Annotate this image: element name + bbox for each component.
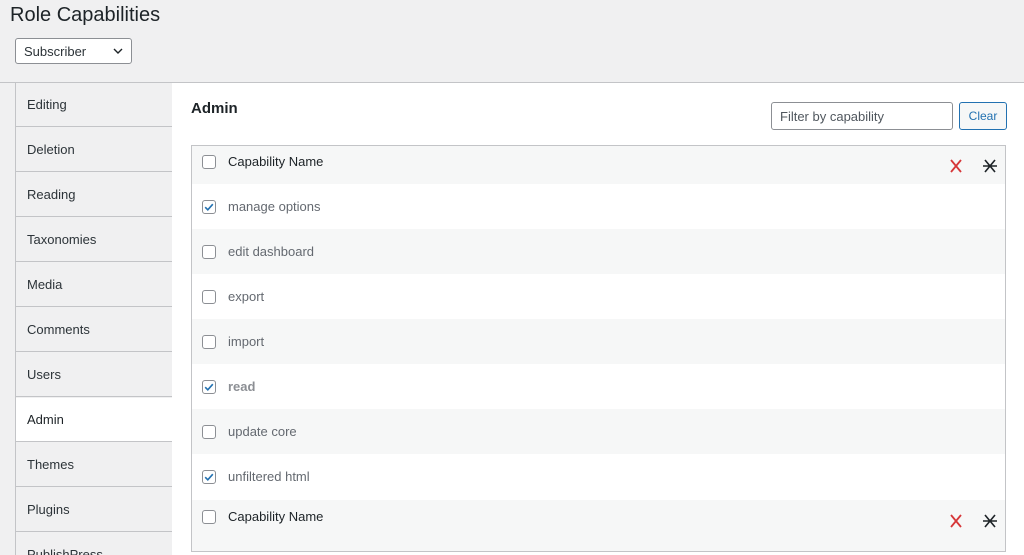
- sidebar-item-admin[interactable]: Admin: [16, 398, 173, 442]
- sidebar-item-label: Admin: [27, 412, 64, 427]
- sidebar-item-publishpress[interactable]: PublishPress: [16, 533, 173, 555]
- capability-label: Capability Name: [228, 509, 324, 524]
- sidebar-item-label: Deletion: [27, 142, 75, 157]
- capability-checkbox[interactable]: [202, 334, 216, 349]
- capability-label: import: [228, 334, 265, 349]
- capability-checkbox[interactable]: [202, 155, 216, 169]
- page-title: Role Capabilities: [10, 4, 161, 26]
- filter-input[interactable]: [771, 102, 953, 130]
- sidebar-item-media[interactable]: Media: [16, 263, 173, 307]
- table-row: unfiltered html: [192, 454, 1005, 499]
- table-row: export: [192, 274, 1005, 319]
- chevron-down-icon: [113, 48, 123, 54]
- sidebar-item-plugins[interactable]: Plugins: [16, 488, 173, 532]
- capability-label: unfiltered html: [228, 469, 310, 484]
- capability-sidebar: Editing Deletion Reading Taxonomies Media Com…: [15, 83, 173, 555]
- role-select[interactable]: Subscriber: [15, 38, 132, 64]
- table-row: read: [192, 364, 1005, 409]
- struck-x-icon[interactable]: [982, 158, 998, 174]
- sidebar-item-label: Media: [27, 277, 63, 292]
- capability-label: Capability Name: [228, 154, 324, 169]
- capability-checkbox[interactable]: [202, 289, 216, 304]
- page: Role Capabilities Subscriber Editing Dele…: [0, 0, 1024, 555]
- capability-label: export: [228, 289, 265, 304]
- sidebar-item-label: PublishPress: [27, 547, 103, 555]
- capability-panel: Admin Clear Capability Name manage option…: [172, 83, 1024, 555]
- sidebar-item-label: Comments: [27, 322, 90, 337]
- red-x-icon[interactable]: [948, 513, 964, 529]
- table-row: edit dashboard: [192, 229, 1005, 274]
- capability-label: edit dashboard: [228, 244, 315, 259]
- table-header-row: Capability Name: [192, 146, 1005, 184]
- capability-table: Capability Name manage options edit dashbo…: [191, 145, 1006, 552]
- capability-label: manage options: [228, 199, 321, 214]
- checkmark-icon: [204, 203, 214, 211]
- capability-checkbox[interactable]: [202, 379, 216, 394]
- capability-checkbox[interactable]: [202, 199, 216, 214]
- sidebar-item-label: Editing: [27, 97, 67, 112]
- checkmark-icon: [204, 383, 214, 391]
- capability-label: update core: [228, 424, 297, 439]
- sidebar-item-reading[interactable]: Reading: [16, 173, 173, 217]
- table-row: update core: [192, 409, 1005, 454]
- capability-checkbox[interactable]: [202, 424, 216, 439]
- checkmark-icon: [204, 473, 214, 481]
- capability-checkbox[interactable]: [202, 244, 216, 259]
- sidebar-item-themes[interactable]: Themes: [16, 443, 173, 487]
- table-row: manage options: [192, 184, 1005, 229]
- sidebar-item-comments[interactable]: Comments: [16, 308, 173, 352]
- struck-x-icon[interactable]: [982, 513, 998, 529]
- sidebar-item-taxonomies[interactable]: Taxonomies: [16, 218, 173, 262]
- clear-button[interactable]: Clear: [959, 102, 1007, 130]
- capability-label: read: [228, 379, 256, 394]
- role-select-value: Subscriber: [24, 43, 87, 59]
- sidebar-item-label: Users: [27, 367, 61, 382]
- sidebar-item-editing[interactable]: Editing: [16, 83, 173, 127]
- red-x-icon[interactable]: [948, 158, 964, 174]
- sidebar-item-label: Taxonomies: [27, 232, 97, 247]
- sidebar-item-label: Reading: [27, 187, 76, 202]
- table-row: import: [192, 319, 1005, 364]
- sidebar-item-users[interactable]: Users: [16, 353, 173, 397]
- table-footer-row: Capability Name: [192, 500, 1005, 551]
- sidebar-item-deletion[interactable]: Deletion: [16, 128, 173, 172]
- section-title: Admin: [191, 100, 238, 117]
- sidebar-item-label: Themes: [27, 457, 74, 472]
- capability-checkbox[interactable]: [202, 469, 216, 484]
- capability-checkbox[interactable]: [202, 510, 216, 524]
- sidebar-item-label: Plugins: [27, 502, 70, 517]
